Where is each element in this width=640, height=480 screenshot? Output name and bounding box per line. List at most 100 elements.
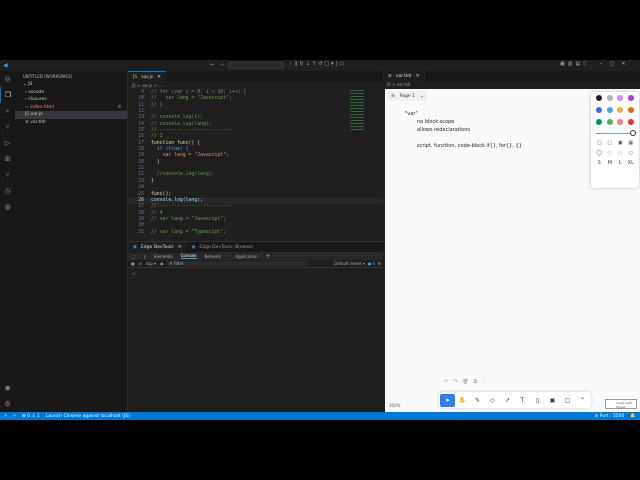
- more-tools-icon[interactable]: ⌃: [575, 394, 590, 407]
- color-swatch[interactable]: [606, 119, 613, 125]
- breadcrumb: JS > var.js > ...: [132, 83, 162, 88]
- color-swatch[interactable]: [627, 107, 634, 113]
- tree-item-vscode[interactable]: › vscode: [15, 89, 127, 97]
- sidebar-toggle-icon[interactable]: ▣: [131, 261, 135, 266]
- size-s-button[interactable]: S: [598, 160, 601, 166]
- tab-var-tldr[interactable]: ≡ var.tldr ✕: [383, 71, 425, 82]
- color-swatch[interactable]: [596, 95, 603, 101]
- tree-item-closures[interactable]: › closures: [15, 96, 127, 104]
- color-swatch[interactable]: [606, 107, 613, 113]
- tab-edge-devtools-browser[interactable]: ◉ Edge DevTools: Browser: [186, 242, 258, 253]
- explorer-icon[interactable]: ❐: [0, 87, 15, 103]
- live-server-status[interactable]: ⊘ Port : 5500: [594, 414, 624, 419]
- note-text[interactable]: "var" no block scope allows redeclaratio…: [405, 110, 522, 150]
- debug-toolbar[interactable]: ⋮‖↻↓↑↺□▾|▭: [288, 61, 346, 67]
- minimap[interactable]: [350, 90, 364, 130]
- fill-solid-button[interactable]: ▣: [618, 140, 623, 146]
- close-icon[interactable]: ✕: [416, 74, 420, 79]
- device-icon[interactable]: ▯: [144, 254, 146, 259]
- color-swatch[interactable]: [596, 119, 603, 125]
- hand-tool-icon[interactable]: ✋: [455, 394, 470, 407]
- add-panel-button[interactable]: +: [266, 253, 271, 260]
- log-levels-select[interactable]: Default levels ▾: [334, 261, 365, 266]
- command-center-search[interactable]: [228, 62, 284, 69]
- extensions-icon[interactable]: ⊞: [0, 151, 15, 167]
- launch-config[interactable]: Launch Chrome against localhost (JS): [46, 414, 130, 419]
- code-line[interactable]: 31 // var lang = "Typescipt";: [128, 230, 383, 236]
- zoom-level[interactable]: 100%: [389, 403, 400, 408]
- timeline-icon[interactable]: ◷: [0, 183, 15, 199]
- arrow-tool-icon[interactable]: ↗: [500, 394, 515, 407]
- inspect-icon[interactable]: ⬚: [132, 254, 136, 259]
- settings-gear-icon[interactable]: ⚙: [377, 261, 381, 266]
- panel-application[interactable]: Application: [235, 254, 257, 259]
- source-control-icon[interactable]: ⑂: [0, 119, 15, 135]
- page-menu[interactable]: ≡ Page 1 ⌄: [387, 91, 427, 101]
- filter-input[interactable]: ⊽ Filter: [167, 261, 308, 266]
- action-toolbar[interactable]: ↶↷🗑⧉⋮: [444, 379, 492, 385]
- dash-draw-button[interactable]: ◯: [596, 150, 602, 156]
- context-select[interactable]: top ▾: [146, 261, 156, 266]
- dash-dotted-button[interactable]: ◌: [618, 150, 622, 156]
- panel-console[interactable]: Console: [180, 253, 197, 259]
- close-icon[interactable]: ✕: [157, 75, 161, 80]
- tab-edge-devtools[interactable]: ◉ Edge DevTools ✕: [128, 242, 187, 253]
- clear-console-icon[interactable]: ⊘: [139, 261, 142, 266]
- color-swatch[interactable]: [596, 107, 603, 113]
- tree-item-index-html[interactable]: ‹› index.html 4: [15, 104, 127, 112]
- git-icon[interactable]: ⑂: [13, 413, 16, 419]
- code-lines[interactable]: 9// for (var i = 0; i < 10; i++) {10// v…: [128, 90, 383, 236]
- color-swatch[interactable]: [617, 95, 624, 101]
- fill-semi-button[interactable]: ▢: [607, 140, 612, 146]
- color-swatch[interactable]: [606, 95, 613, 101]
- eraser-tool-icon[interactable]: ◇: [485, 394, 500, 407]
- remote-icon[interactable]: ◍: [0, 199, 15, 215]
- rectangle-tool-icon[interactable]: ▢: [560, 394, 575, 407]
- console-prompt[interactable]: >: [128, 268, 383, 279]
- fill-pattern-button[interactable]: ▦: [628, 140, 633, 146]
- color-swatch[interactable]: [617, 119, 624, 125]
- git-graph-icon[interactable]: ⑂: [0, 167, 15, 183]
- menu-icon[interactable]: ≡: [391, 94, 395, 99]
- size-xl-button[interactable]: XL: [628, 160, 634, 166]
- tldraw-canvas[interactable]: ≡ Page 1 ⌄ "var" no block scope allows red…: [385, 89, 640, 412]
- close-icon[interactable]: ✕: [178, 245, 182, 250]
- tree-item-var-js[interactable]: JS var.js: [15, 111, 127, 119]
- search-icon[interactable]: ⌕: [0, 103, 15, 119]
- color-swatch[interactable]: [627, 119, 634, 125]
- made-with-tldraw-badge[interactable]: made with tldraw: [605, 399, 637, 409]
- tab-var-js[interactable]: JS var.js ✕: [128, 71, 166, 82]
- draw-tool-icon[interactable]: ✎: [470, 394, 485, 407]
- color-swatch[interactable]: [627, 95, 634, 101]
- opacity-slider[interactable]: [596, 130, 636, 136]
- select-tool-icon[interactable]: ➤: [440, 393, 455, 407]
- issues-counter[interactable]: ● 6: [368, 261, 375, 266]
- eye-icon[interactable]: ◉: [160, 261, 164, 266]
- size-l-button[interactable]: L: [619, 160, 622, 166]
- window-controls[interactable]: –▢✕: [600, 61, 632, 67]
- dash-solid-button[interactable]: ○: [629, 150, 633, 156]
- note-tool-icon[interactable]: ▯: [530, 394, 545, 407]
- fill-none-button[interactable]: ▢: [597, 140, 602, 146]
- account-icon[interactable]: ◉: [0, 380, 15, 396]
- slider-thumb[interactable]: [630, 130, 636, 136]
- settings-gear-icon[interactable]: ⚙: [0, 396, 15, 412]
- panel-network[interactable]: Network: [205, 254, 222, 259]
- layout-controls[interactable]: ▣▥▤▯: [560, 61, 589, 67]
- text-tool-icon[interactable]: T: [515, 394, 530, 407]
- color-swatch[interactable]: [617, 107, 624, 113]
- nav-forward-button[interactable]: →: [220, 62, 224, 68]
- edge-icon[interactable]: ◎: [0, 71, 15, 87]
- tree-item-var-tldr[interactable]: ≡ var.tldr: [15, 119, 127, 127]
- dash-dashed-button[interactable]: ◌: [608, 150, 612, 156]
- run-debug-icon[interactable]: ▷: [0, 135, 15, 151]
- image-tool-icon[interactable]: ▣: [545, 394, 560, 407]
- nav-back-button[interactable]: ←: [210, 62, 214, 68]
- size-m-button[interactable]: M: [608, 160, 612, 166]
- panel-elements[interactable]: Elements: [154, 254, 173, 259]
- problems-status[interactable]: ⊗ 0 ⚠ 1: [22, 414, 40, 419]
- remote-icon[interactable]: ⚡: [4, 414, 7, 419]
- folder-js[interactable]: ⌄ JS: [15, 81, 127, 89]
- notifications-icon[interactable]: 🔔: [630, 414, 636, 419]
- line-text: if (true) {: [151, 147, 189, 153]
